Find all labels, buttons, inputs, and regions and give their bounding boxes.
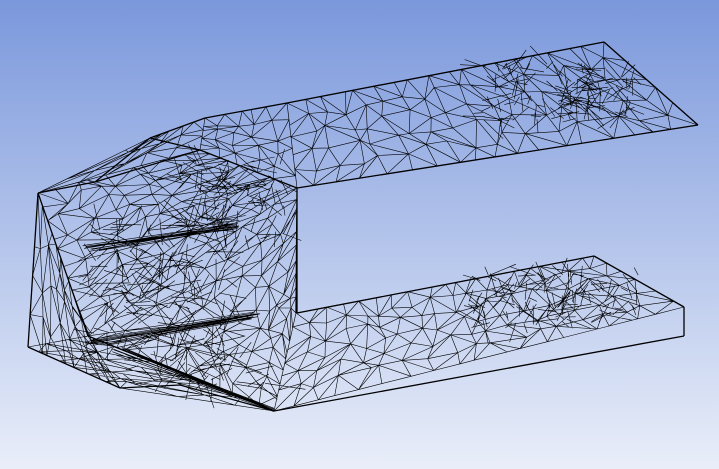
mesh-element-edges (27, 41, 699, 412)
mesh-wireframe-model[interactable] (0, 0, 719, 469)
graphics-viewport[interactable] (0, 0, 719, 469)
mesh-fine-element-edges (27, 41, 699, 412)
